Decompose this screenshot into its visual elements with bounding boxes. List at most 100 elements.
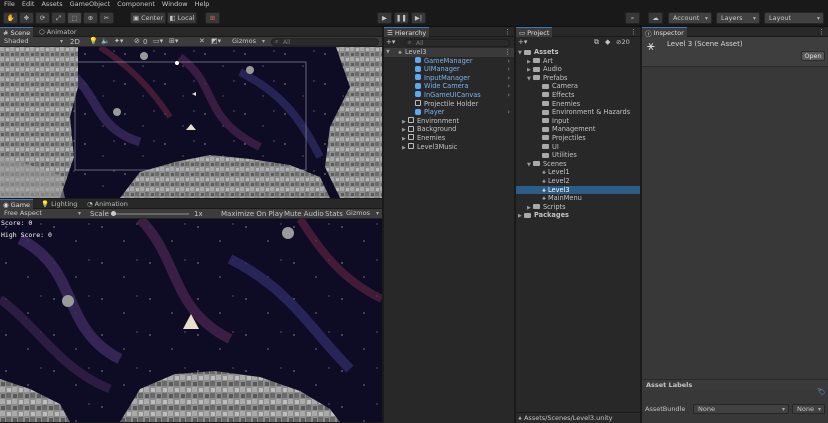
panel-menu-icon[interactable]: ⋮ bbox=[504, 28, 511, 36]
game-gizmos-dropdown[interactable]: Gizmos bbox=[342, 208, 382, 218]
hierarchy-item[interactable]: InGameUICanvas › bbox=[384, 91, 514, 100]
menu-file[interactable]: File bbox=[4, 0, 15, 9]
open-button[interactable]: Open bbox=[801, 51, 825, 61]
project-folder-item[interactable]: ▶ Scripts bbox=[516, 203, 640, 212]
hierarchy-item[interactable]: Projectile Holder bbox=[384, 100, 514, 109]
scale-tool-button[interactable]: ⤢ bbox=[51, 12, 66, 24]
assetbundle-variant-dropdown[interactable]: None bbox=[792, 404, 825, 414]
tab-inspector[interactable]: ⓘ Inspector bbox=[642, 27, 687, 38]
create-dropdown[interactable]: +▾ bbox=[386, 38, 395, 46]
scene-root-row[interactable]: ▼ ⚹ Level3 ⋮ bbox=[384, 48, 514, 57]
assetbundle-dropdown[interactable]: None bbox=[693, 404, 789, 414]
scene-search-input[interactable]: ⌕ All bbox=[271, 38, 379, 46]
hand-tool-button[interactable]: ✋ bbox=[3, 12, 18, 24]
collab-button[interactable]: ☁ bbox=[648, 12, 663, 24]
hierarchy-search-input[interactable]: ⌕ All bbox=[404, 39, 510, 47]
scene-menu-icon[interactable]: ⋮ bbox=[504, 48, 511, 57]
open-prefab-chevron-icon[interactable]: › bbox=[507, 91, 510, 100]
filter-icon[interactable]: ⧉ bbox=[594, 38, 599, 47]
pivot-local-button[interactable]: ◧ Local bbox=[167, 12, 197, 24]
hierarchy-item[interactable]: Wide Camera › bbox=[384, 82, 514, 91]
project-folder-item[interactable]: ▶ Packages bbox=[516, 211, 640, 220]
mode-2d-toggle[interactable]: 2D bbox=[70, 38, 80, 46]
menu-edit[interactable]: Edit bbox=[22, 0, 35, 9]
transform-tool-button[interactable]: ⊕ bbox=[83, 12, 98, 24]
menu-help[interactable]: Help bbox=[195, 0, 210, 9]
play-button[interactable]: ▶ bbox=[377, 12, 392, 24]
hierarchy-item[interactable]: ▶ Level3Music bbox=[384, 143, 514, 152]
pause-button[interactable]: ❚❚ bbox=[394, 12, 409, 24]
step-button[interactable]: ▶| bbox=[411, 12, 426, 24]
project-folder-item[interactable]: Environment & Hazards bbox=[516, 108, 640, 117]
project-folder-item[interactable]: Camera bbox=[516, 82, 640, 91]
project-scene-item[interactable]: ⚹ Level1 bbox=[516, 168, 640, 177]
game-viewport[interactable]: Score: 0 High Score: 0 bbox=[0, 219, 382, 422]
open-prefab-chevron-icon[interactable]: › bbox=[507, 57, 510, 66]
stats-toggle[interactable]: Stats bbox=[325, 210, 343, 218]
hidden-packages-badge[interactable]: ⊘20 bbox=[616, 38, 630, 46]
scale-slider-handle[interactable] bbox=[111, 211, 116, 216]
hierarchy-item[interactable]: ▶ Environment bbox=[384, 117, 514, 126]
project-folder-item[interactable]: ▼ Assets bbox=[516, 48, 640, 57]
aspect-dropdown[interactable]: Free Aspect bbox=[0, 208, 84, 218]
hierarchy-item[interactable]: ▶ Background bbox=[384, 125, 514, 134]
grid-icon[interactable]: ⊞▾ bbox=[169, 37, 178, 45]
draw-icon[interactable]: ◩▾ bbox=[211, 37, 221, 45]
open-prefab-chevron-icon[interactable]: › bbox=[507, 82, 510, 91]
audio-icon[interactable]: 🔈 bbox=[101, 37, 110, 45]
scene-gizmos-dropdown[interactable]: Gizmos bbox=[228, 36, 268, 46]
move-tool-button[interactable]: ✥ bbox=[19, 12, 34, 24]
layers-dropdown[interactable]: Layers bbox=[716, 12, 760, 24]
light-icon[interactable]: 💡 bbox=[89, 37, 98, 45]
label-icon[interactable]: ◆ bbox=[605, 38, 610, 46]
panel-menu-icon[interactable]: ⋮ bbox=[630, 28, 637, 36]
tools-icon[interactable]: ✕ bbox=[199, 37, 205, 45]
account-dropdown[interactable]: Account bbox=[668, 12, 712, 24]
project-folder-item[interactable]: Input bbox=[516, 117, 640, 126]
project-folder-item[interactable]: Management bbox=[516, 125, 640, 134]
project-folder-item[interactable]: ▶ Audio bbox=[516, 65, 640, 74]
menu-assets[interactable]: Assets bbox=[41, 0, 62, 9]
menu-gameobject[interactable]: GameObject bbox=[70, 0, 111, 9]
project-folder-item[interactable]: Enemies bbox=[516, 100, 640, 109]
rect-tool-button[interactable]: ⬚ bbox=[67, 12, 82, 24]
camera-icon[interactable]: ▭▾ bbox=[153, 37, 163, 45]
open-prefab-chevron-icon[interactable]: › bbox=[507, 74, 510, 83]
project-scene-item[interactable]: ⚹ MainMenu bbox=[516, 194, 640, 203]
search-button[interactable]: ⌕ bbox=[625, 12, 640, 24]
maximize-on-play-toggle[interactable]: Maximize On Play bbox=[221, 210, 283, 218]
open-prefab-chevron-icon[interactable]: › bbox=[507, 108, 510, 117]
project-folder-item[interactable]: ▼ Scenes bbox=[516, 160, 640, 169]
open-prefab-chevron-icon[interactable]: › bbox=[507, 65, 510, 74]
hierarchy-item[interactable]: Player › bbox=[384, 108, 514, 117]
project-folder-item[interactable]: ▼ Prefabs bbox=[516, 74, 640, 83]
project-scene-item[interactable]: ⚹ Level3 bbox=[516, 185, 640, 195]
menu-component[interactable]: Component bbox=[117, 0, 155, 9]
tab-animation[interactable]: ◔ Animation bbox=[84, 199, 131, 209]
hierarchy-item[interactable]: ▶ Enemies bbox=[384, 134, 514, 143]
scale-slider[interactable] bbox=[111, 211, 189, 216]
project-folder-item[interactable]: Projectiles bbox=[516, 134, 640, 143]
pivot-center-button[interactable]: ▣ Center bbox=[130, 12, 166, 24]
scene-viewport[interactable] bbox=[0, 47, 382, 198]
project-scene-item[interactable]: ⚹ Level2 bbox=[516, 177, 640, 186]
menu-window[interactable]: Window bbox=[162, 0, 188, 9]
effects-icon[interactable]: ✦▾ bbox=[114, 37, 123, 45]
layout-dropdown[interactable]: Layout bbox=[764, 12, 824, 24]
tag-icon[interactable]: 🏷 bbox=[817, 388, 826, 396]
visibility-icon[interactable]: ⊘ bbox=[134, 37, 140, 45]
tab-hierarchy[interactable]: ☰ Hierarchy bbox=[384, 27, 430, 37]
project-folder-item[interactable]: UI bbox=[516, 143, 640, 152]
hierarchy-item[interactable]: UIManager › bbox=[384, 65, 514, 74]
create-dropdown[interactable]: +▾ bbox=[518, 38, 527, 46]
snap-button[interactable]: ⊞ bbox=[205, 12, 220, 24]
hierarchy-item[interactable]: InputManager › bbox=[384, 74, 514, 83]
shading-mode-dropdown[interactable]: Shaded bbox=[0, 36, 66, 46]
project-folder-item[interactable]: Utilities bbox=[516, 151, 640, 160]
rotate-tool-button[interactable]: ⟳ bbox=[35, 12, 50, 24]
expand-arrow-icon[interactable]: ▼ bbox=[386, 48, 392, 57]
mute-audio-toggle[interactable]: Mute Audio bbox=[284, 210, 324, 218]
custom-tool-button[interactable]: ✂ bbox=[99, 12, 114, 24]
panel-menu-icon[interactable]: ⋮ bbox=[818, 28, 825, 36]
project-folder-item[interactable]: ▶ Art bbox=[516, 57, 640, 66]
